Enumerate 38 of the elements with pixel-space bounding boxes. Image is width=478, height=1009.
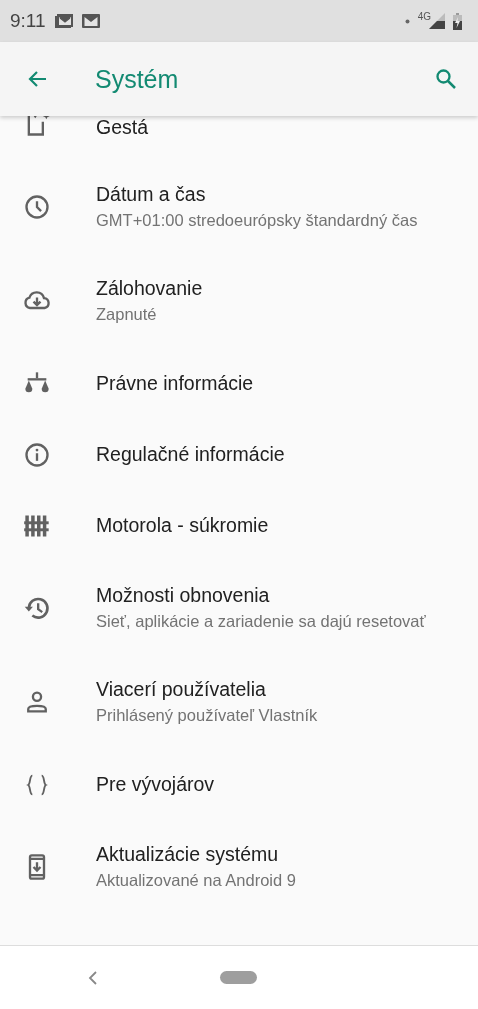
item-subtitle: Zapnuté	[96, 303, 158, 325]
item-title: Zálohovanie	[96, 276, 203, 300]
settings-item[interactable]: Zálohovanie Zapnuté	[0, 254, 478, 348]
item-title: Právne informácie	[96, 372, 254, 395]
settings-item[interactable]: Gestá	[0, 116, 478, 160]
item-title: Gestá	[96, 116, 149, 139]
mail-icon	[81, 14, 100, 28]
status-time: 9:11	[10, 10, 46, 32]
settings-item[interactable]: Motorola - súkromie	[0, 490, 478, 561]
item-subtitle: GMT+01:00 stredoeurópsky štandardný čas	[96, 209, 418, 231]
settings-item[interactable]: Právne informácie	[0, 348, 478, 419]
home-pill[interactable]	[220, 971, 257, 984]
item-subtitle: Aktualizované na Android 9	[96, 869, 296, 891]
settings-item[interactable]: Regulačné informácie	[0, 419, 478, 490]
signal-icon	[429, 13, 445, 29]
item-subtitle: Sieť, aplikácie a zariadenie sa dajú resetovať	[96, 610, 426, 632]
dot-icon	[404, 18, 410, 24]
settings-item[interactable]: Dátum a čas GMT+01:00 stredoeurópsky štandardný čas	[0, 160, 478, 254]
item-title: Aktualizácie systému	[96, 842, 280, 866]
battery-icon	[453, 12, 462, 30]
network-type: 4G	[417, 10, 431, 22]
search-icon[interactable]	[434, 67, 458, 91]
settings-item[interactable]: Aktualizácie systému Aktualizované na Android 9	[0, 820, 478, 914]
item-title: Dátum a čas	[96, 182, 207, 206]
settings-item[interactable]: Pre vývojárov	[0, 749, 478, 820]
info-icon	[23, 440, 51, 469]
item-subtitle: Prihlásený používateľ Vlastník	[96, 704, 318, 726]
item-title: Možnosti obnovenia	[96, 583, 271, 607]
settings-item[interactable]: Viacerí používatelia Prihlásený používateľ Vlastník	[0, 655, 478, 749]
mail-icon	[53, 13, 74, 29]
item-title: Motorola - súkromie	[96, 514, 269, 537]
screen-title: Systém	[95, 64, 180, 94]
item-title: Viacerí používatelia	[96, 677, 267, 701]
settings-item[interactable]: Možnosti obnovenia Sieť, aplikácie a zariadenie sa dajú resetovať	[0, 561, 478, 655]
item-title: Pre vývojárov	[96, 773, 215, 796]
clock-icon	[23, 193, 51, 221]
item-title: Regulačné informácie	[96, 443, 285, 466]
back-icon[interactable]	[87, 969, 99, 986]
